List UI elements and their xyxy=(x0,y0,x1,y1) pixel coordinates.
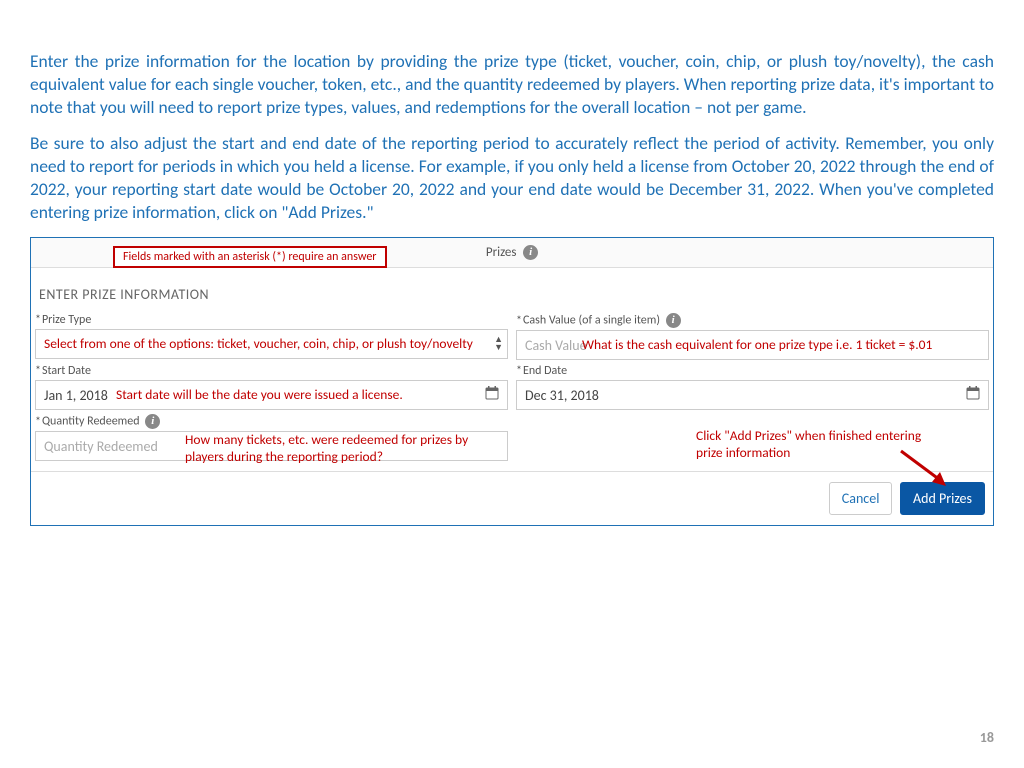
prize-type-label: *Prize Type xyxy=(35,313,508,327)
prize-type-annotation: Select from one of the options: ticket, … xyxy=(44,336,473,353)
quantity-redeemed-label: *Quantity Redeemed i xyxy=(35,414,508,429)
start-date-annotation: Start date will be the date you were iss… xyxy=(116,387,403,404)
cash-value-annotation: What is the cash equivalent for one priz… xyxy=(582,337,932,354)
form-header-label: Prizes xyxy=(486,238,517,260)
prize-type-select[interactable]: Select from one of the options: ticket, … xyxy=(35,329,508,359)
quantity-redeemed-placeholder: Quantity Redeemed xyxy=(44,438,158,455)
end-date-label: *End Date xyxy=(516,364,989,378)
page-number: 18 xyxy=(980,729,994,746)
info-icon[interactable]: i xyxy=(145,414,160,429)
info-icon[interactable]: i xyxy=(666,313,681,328)
cash-value-label: *Cash Value (of a single item) i xyxy=(516,313,989,328)
info-icon[interactable]: i xyxy=(523,245,538,260)
form-header: Prizes i Fields marked with an asterisk … xyxy=(31,238,993,268)
form-footer: Cancel Add Prizes xyxy=(31,471,993,525)
calendar-icon[interactable] xyxy=(485,386,499,404)
end-date-input[interactable]: Dec 31, 2018 xyxy=(516,380,989,410)
cancel-button[interactable]: Cancel xyxy=(829,482,893,515)
intro-paragraph-2: Be sure to also adjust the start and end… xyxy=(30,132,994,223)
section-heading: ENTER PRIZE INFORMATION xyxy=(31,268,993,313)
add-prizes-annotation: Click "Add Prizes" when finished enterin… xyxy=(696,428,926,462)
required-fields-note: Fields marked with an asterisk (*) requi… xyxy=(113,246,387,268)
add-prizes-button[interactable]: Add Prizes xyxy=(900,482,985,515)
cash-value-placeholder: Cash Value xyxy=(525,337,587,354)
end-date-value: Dec 31, 2018 xyxy=(525,387,599,404)
start-date-label: *Start Date xyxy=(35,364,508,378)
prize-form: Prizes i Fields marked with an asterisk … xyxy=(30,237,994,526)
stepper-icon[interactable]: ▲▼ xyxy=(494,336,503,352)
quantity-redeemed-annotation: How many tickets, etc. were redeemed for… xyxy=(185,432,505,466)
calendar-icon[interactable] xyxy=(966,386,980,404)
start-date-input[interactable]: Jan 1, 2018 Start date will be the date … xyxy=(35,380,508,410)
start-date-value: Jan 1, 2018 xyxy=(44,387,108,404)
cash-value-input[interactable]: Cash Value What is the cash equivalent f… xyxy=(516,330,989,360)
intro-paragraph-1: Enter the prize information for the loca… xyxy=(30,50,994,118)
